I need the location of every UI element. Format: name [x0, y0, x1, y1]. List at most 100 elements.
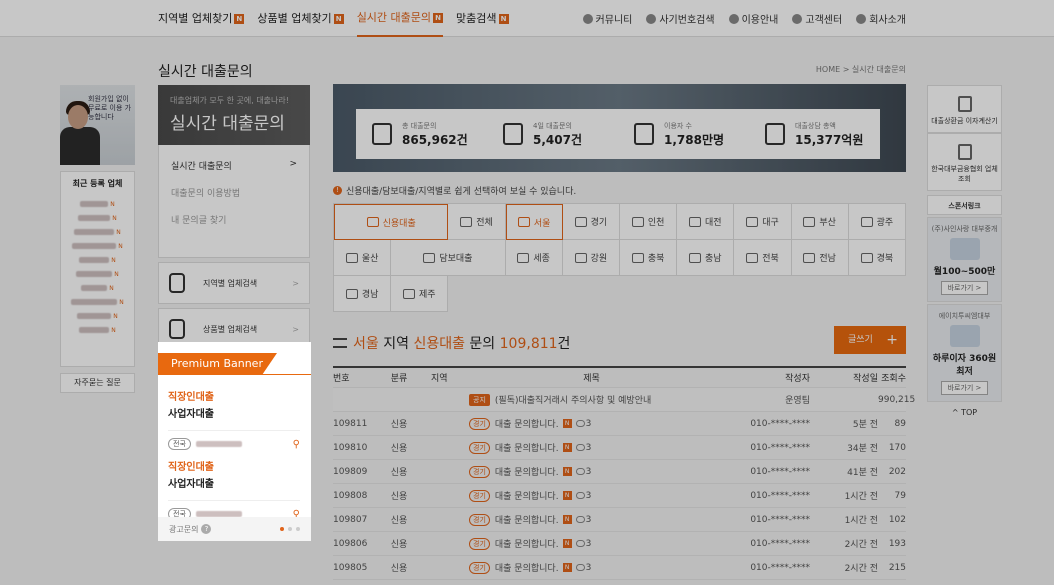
comment-icon	[575, 564, 585, 571]
region-filter-12[interactable]: 강원	[562, 240, 620, 276]
table-row[interactable]: 109805 신용 경기 대출 문의합니다. N 3 010-****-**** 2시간 전 2…	[333, 556, 906, 580]
menu-product-search[interactable]: 상품별 업체찾기 N	[257, 0, 344, 37]
cell-title: 공지 (필독)대출직거래시 주의사항 및 예방안내	[469, 393, 714, 406]
table-row[interactable]: 109809 신용 경기 대출 문의합니다. N 3 010-****-**** 41분 전 2…	[333, 460, 906, 484]
region-filter-11[interactable]: 세종	[505, 240, 563, 276]
ad-more-button[interactable]: 바로가기 >	[940, 381, 989, 395]
region-filter-10[interactable]: 담보대출	[391, 240, 506, 276]
region-filter-4[interactable]: 인천	[620, 204, 678, 240]
region-filter-0[interactable]: 신용대출	[334, 204, 449, 240]
carousel-dot[interactable]	[280, 527, 284, 531]
list-item[interactable]: N	[65, 281, 130, 295]
ad-inquiry-link[interactable]: 광고문의	[169, 524, 198, 535]
region-filter-7[interactable]: 부산	[791, 204, 849, 240]
region-filter-17[interactable]: 경북	[848, 240, 906, 276]
carousel-dot[interactable]	[288, 527, 292, 531]
region-filter-15[interactable]: 전북	[734, 240, 792, 276]
util-community[interactable]: 커뮤니티	[582, 11, 632, 26]
carousel-dot[interactable]	[296, 527, 300, 531]
cell-date: 34분 전	[847, 444, 878, 454]
cell-cat: 신용	[390, 564, 408, 574]
chevron-right-icon: >	[292, 324, 299, 334]
ad-more-button[interactable]: 바로가기 >	[940, 281, 989, 295]
table-row[interactable]: 109811 신용 경기 대출 문의합니다. N 3 010-****-**** 5분 전 89	[333, 412, 906, 436]
region-filter-16[interactable]: 전남	[791, 240, 849, 276]
cell-no: 109806	[333, 538, 368, 549]
faq-link[interactable]: 자주묻는 질문	[60, 373, 135, 393]
region-filter-2[interactable]: 서울	[505, 204, 563, 240]
inquiry-table: 번호 분류 지역 제목 작성자 작성일 조회수 공지 (필독)대출직거래시 주의사…	[333, 366, 915, 580]
region-company-search-link[interactable]: 지역별 업체검색 >	[158, 262, 310, 304]
sponsor-ad-2[interactable]: 에이치투씨엠대부 하루이자 360원최저 바로가기 >	[927, 304, 1002, 402]
help-icon[interactable]: ?	[201, 524, 212, 534]
region-icon	[423, 252, 436, 263]
menu-realtime-inquiry[interactable]: 실시간 대출문의 N	[356, 0, 444, 37]
write-button[interactable]: 글쓰기 +	[834, 326, 906, 354]
list-item[interactable]: N	[65, 239, 130, 253]
region-filter-14[interactable]: 충남	[677, 240, 735, 276]
card-line2: 사업자대출	[168, 479, 214, 490]
list-item[interactable]: N	[65, 295, 130, 309]
faq-label: 자주묻는 질문	[74, 378, 121, 387]
region-filter-8[interactable]: 광주	[848, 204, 906, 240]
list-item[interactable]: N	[65, 197, 130, 211]
breadcrumb[interactable]: HOME > 실시간 대출문의	[816, 64, 906, 75]
util-guide[interactable]: 이용안내	[728, 11, 778, 26]
region-label: 충북	[647, 254, 665, 264]
association-link[interactable]: 한국대부금융협회 업체조회	[927, 133, 1002, 191]
search-icon[interactable]: ⚲	[293, 439, 300, 450]
list-item[interactable]: N	[65, 225, 130, 239]
recent-companies-title: 최근 등록 업체	[65, 178, 130, 189]
main-menu: 지역별 업체찾기 N 상품별 업체찾기 N 실시간 대출문의 N 맞춤검색 N	[158, 0, 522, 37]
list-item[interactable]: N	[65, 253, 130, 267]
region-tag: 경기	[469, 417, 490, 430]
util-company[interactable]: 회사소개	[856, 11, 906, 26]
left-ad-banner[interactable]: 회원가입 없이 무료로 이용 가능합니다	[60, 85, 135, 165]
list-item[interactable]: N	[65, 211, 130, 225]
premium-card[interactable]: 직장인대출 사업자대출 전국 ⚲	[168, 458, 300, 520]
table-row[interactable]: 109807 신용 경기 대출 문의합니다. N 3 010-****-**** 1시간 전 1…	[333, 508, 906, 532]
list-item[interactable]: N	[65, 267, 130, 281]
region-filter-5[interactable]: 대전	[677, 204, 735, 240]
row-title: 대출 문의합니다.	[494, 492, 559, 502]
cell-cat: 신용	[390, 468, 408, 478]
side-nav-item-my-posts[interactable]: 내 문의글 찾기	[171, 213, 297, 226]
calculator-link[interactable]: 대출상환금 이자계산기	[927, 85, 1002, 133]
new-badge: N	[118, 242, 123, 250]
util-support[interactable]: 고객센터	[792, 11, 842, 26]
side-nav-item-howto[interactable]: 대출문의 이용방법	[171, 186, 297, 199]
notice-row[interactable]: 공지 (필독)대출직거래시 주의사항 및 예방안내 운영팀 990,215	[333, 388, 915, 412]
region-icon	[689, 252, 701, 263]
premium-divider	[158, 374, 311, 375]
top-label: TOP	[961, 408, 978, 417]
premium-card[interactable]: 직장인대출 사업자대출 전국 ⚲	[168, 388, 300, 450]
new-badge: N	[562, 515, 572, 524]
menu-custom-search[interactable]: 맞춤검색 N	[456, 0, 509, 37]
region-filter-9[interactable]: 울산	[334, 240, 392, 276]
list-item[interactable]: N	[65, 309, 130, 323]
util-fraud-search[interactable]: 사기번호검색	[646, 11, 715, 26]
region-filter-6[interactable]: 대구	[734, 204, 792, 240]
table-body: 109811 신용 경기 대출 문의합니다. N 3 010-****-**** 5분 전 89…	[333, 412, 906, 580]
sponsor-ad-1[interactable]: (주)사인사랑 대부중개 월100~500만 바로가기 >	[927, 217, 1002, 302]
new-badge: N	[562, 467, 572, 476]
stat-label: 4일 대출문의	[533, 121, 572, 130]
region-filter-13[interactable]: 충북	[620, 240, 678, 276]
util-label: 고객센터	[805, 15, 843, 26]
region-filter-18[interactable]: 경남	[334, 276, 392, 312]
list-item[interactable]: N	[65, 323, 130, 337]
region-tag: 경기	[469, 489, 490, 502]
table-row[interactable]: 109806 신용 경기 대출 문의합니다. N 3 010-****-**** 2시간 전 1…	[333, 532, 906, 556]
region-filter-3[interactable]: 경기	[562, 204, 620, 240]
table-row[interactable]: 109810 신용 경기 대출 문의합니다. N 3 010-****-**** 34분 전 1…	[333, 436, 906, 460]
header-author: 작성자	[785, 374, 810, 384]
side-nav-item-realtime[interactable]: 실시간 대출문의 >	[171, 159, 297, 172]
menu-region-search[interactable]: 지역별 업체찾기 N	[158, 0, 245, 37]
region-filter-1[interactable]: 전체	[448, 204, 506, 240]
scroll-top-button[interactable]: ^ TOP	[927, 408, 1002, 417]
write-label: 글쓰기	[848, 335, 873, 345]
cell-author: 010-****-****	[750, 490, 810, 501]
blurred-name	[71, 299, 118, 305]
region-filter-19[interactable]: 제주	[391, 276, 449, 312]
table-row[interactable]: 109808 신용 경기 대출 문의합니다. N 3 010-****-**** 1시간 전 7…	[333, 484, 906, 508]
